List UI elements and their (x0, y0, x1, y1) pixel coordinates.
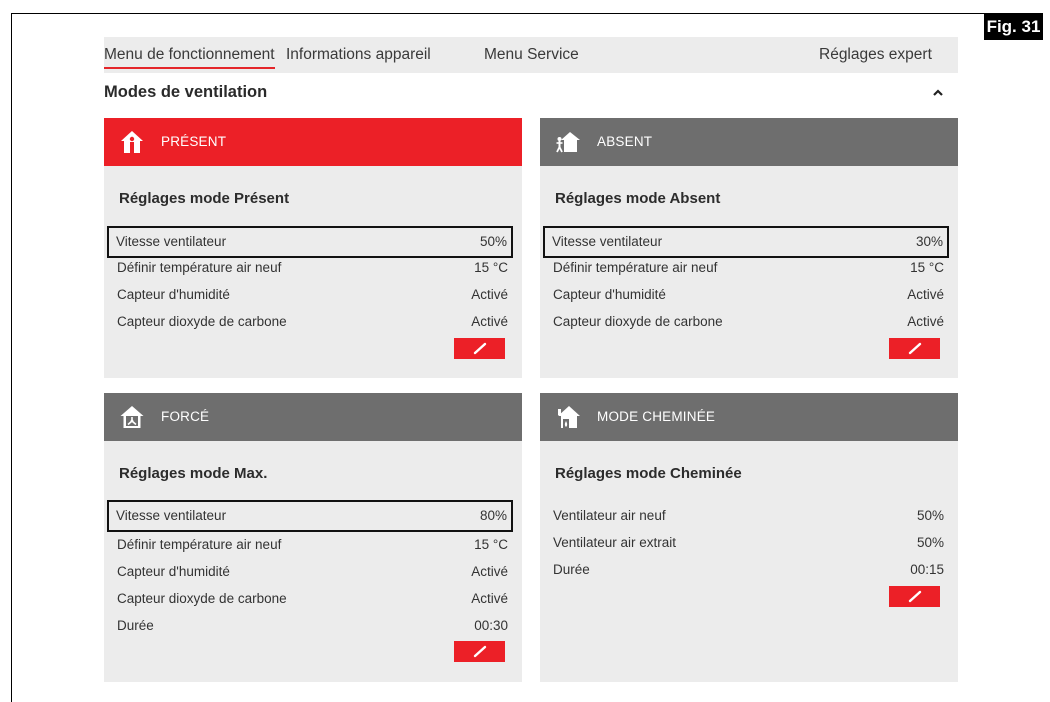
chevron-up-icon[interactable] (931, 86, 945, 100)
settings-row: Vitesse ventilateur 30% (543, 226, 949, 258)
tab-reglages-expert[interactable]: Réglages expert (819, 37, 932, 73)
card-force: FORCÉ Réglages mode Max. Vitesse ventila… (104, 393, 522, 682)
row-value: Activé (907, 314, 944, 329)
row-label: Capteur dioxyde de carbone (117, 314, 287, 329)
row-value: 15 °C (910, 260, 944, 275)
settings-row: Définir température air neuf 15 °C (546, 255, 948, 281)
settings-row: Définir température air neuf 15 °C (110, 255, 512, 281)
card-header-force[interactable]: FORCÉ (104, 393, 522, 441)
settings-row: Capteur dioxyde de carbone Activé (110, 586, 512, 612)
row-label: Vitesse ventilateur (552, 234, 663, 249)
settings-row: Ventilateur air neuf 50% (546, 503, 948, 529)
row-label: Capteur d'humidité (117, 564, 230, 579)
top-nav: Menu de fonctionnement Informations appa… (104, 37, 958, 73)
settings-row: Capteur d'humidité Activé (110, 559, 512, 585)
figure-frame-left (11, 13, 12, 702)
row-label: Capteur dioxyde de carbone (117, 591, 287, 606)
card-subtitle: Réglages mode Cheminée (555, 465, 742, 482)
settings-row: Durée 00:30 (110, 613, 512, 639)
row-label: Ventilateur air neuf (553, 508, 666, 523)
pencil-icon (473, 645, 487, 658)
pencil-icon (908, 590, 922, 603)
row-value: Activé (907, 287, 944, 302)
card-header-label: MODE CHEMINÉE (597, 409, 716, 424)
settings-row: Vitesse ventilateur 50% (107, 226, 513, 258)
row-value: 50% (916, 508, 944, 523)
card-header-cheminee[interactable]: MODE CHEMINÉE (540, 393, 958, 441)
settings-row: Définir température air neuf 15 °C (110, 532, 512, 558)
edit-button-present[interactable] (454, 338, 505, 359)
pencil-icon (908, 342, 922, 355)
row-value: 50% (916, 535, 944, 550)
row-label: Capteur d'humidité (553, 287, 666, 302)
row-label: Définir température air neuf (117, 260, 282, 275)
card-header-label: ABSENT (597, 134, 653, 149)
settings-row: Capteur dioxyde de carbone Activé (546, 309, 948, 335)
row-label: Durée (553, 562, 590, 577)
card-absent: ABSENT Réglages mode Absent Vitesse vent… (540, 118, 958, 378)
tab-menu-service[interactable]: Menu Service (484, 37, 579, 73)
card-cheminee: MODE CHEMINÉE Réglages mode Cheminée Ven… (540, 393, 958, 682)
row-value: 80% (479, 508, 507, 523)
row-label: Définir température air neuf (117, 537, 282, 552)
row-label: Capteur d'humidité (117, 287, 230, 302)
section-title: Modes de ventilation (104, 83, 268, 101)
figure-frame-top (11, 13, 1031, 14)
card-header-label: FORCÉ (161, 409, 210, 424)
row-label: Vitesse ventilateur (116, 234, 227, 249)
row-value: 00:30 (474, 618, 508, 633)
row-label: Vitesse ventilateur (116, 508, 227, 523)
settings-row: Capteur dioxyde de carbone Activé (110, 309, 512, 335)
card-header-present[interactable]: PRÉSENT (104, 118, 522, 166)
tab-informations-appareil[interactable]: Informations appareil (286, 37, 431, 73)
row-value: 00:15 (910, 562, 944, 577)
row-value: 50% (479, 234, 507, 249)
row-value: 30% (915, 234, 943, 249)
home-fan-icon (120, 405, 144, 429)
card-subtitle: Réglages mode Max. (119, 465, 268, 482)
card-present: PRÉSENT Réglages mode Présent Vitesse ve… (104, 118, 522, 378)
row-value: Activé (471, 591, 508, 606)
edit-button-force[interactable] (454, 641, 505, 662)
pencil-icon (473, 342, 487, 355)
row-value: Activé (471, 287, 508, 302)
home-fireplace-icon (556, 405, 580, 429)
settings-row: Ventilateur air extrait 50% (546, 530, 948, 556)
figure-label: Fig. 31 (984, 13, 1043, 40)
row-label: Ventilateur air extrait (553, 535, 677, 550)
row-label: Durée (117, 618, 154, 633)
edit-button-cheminee[interactable] (889, 586, 940, 607)
row-value: Activé (471, 314, 508, 329)
settings-row: Capteur d'humidité Activé (110, 282, 512, 308)
settings-row: Durée 00:15 (546, 557, 948, 583)
card-header-absent[interactable]: ABSENT (540, 118, 958, 166)
card-subtitle: Réglages mode Présent (119, 190, 290, 207)
row-label: Définir température air neuf (553, 260, 718, 275)
home-person-icon (120, 130, 144, 154)
row-value: 15 °C (474, 260, 508, 275)
tab-menu-de-fonctionnement[interactable]: Menu de fonctionnement (104, 37, 275, 73)
home-away-icon (556, 130, 580, 154)
row-value: Activé (471, 564, 508, 579)
card-subtitle: Réglages mode Absent (555, 190, 721, 207)
edit-button-absent[interactable] (889, 338, 940, 359)
settings-row: Capteur d'humidité Activé (546, 282, 948, 308)
row-value: 15 °C (474, 537, 508, 552)
settings-row: Vitesse ventilateur 80% (107, 500, 513, 532)
card-header-label: PRÉSENT (161, 134, 227, 149)
row-label: Capteur dioxyde de carbone (553, 314, 723, 329)
